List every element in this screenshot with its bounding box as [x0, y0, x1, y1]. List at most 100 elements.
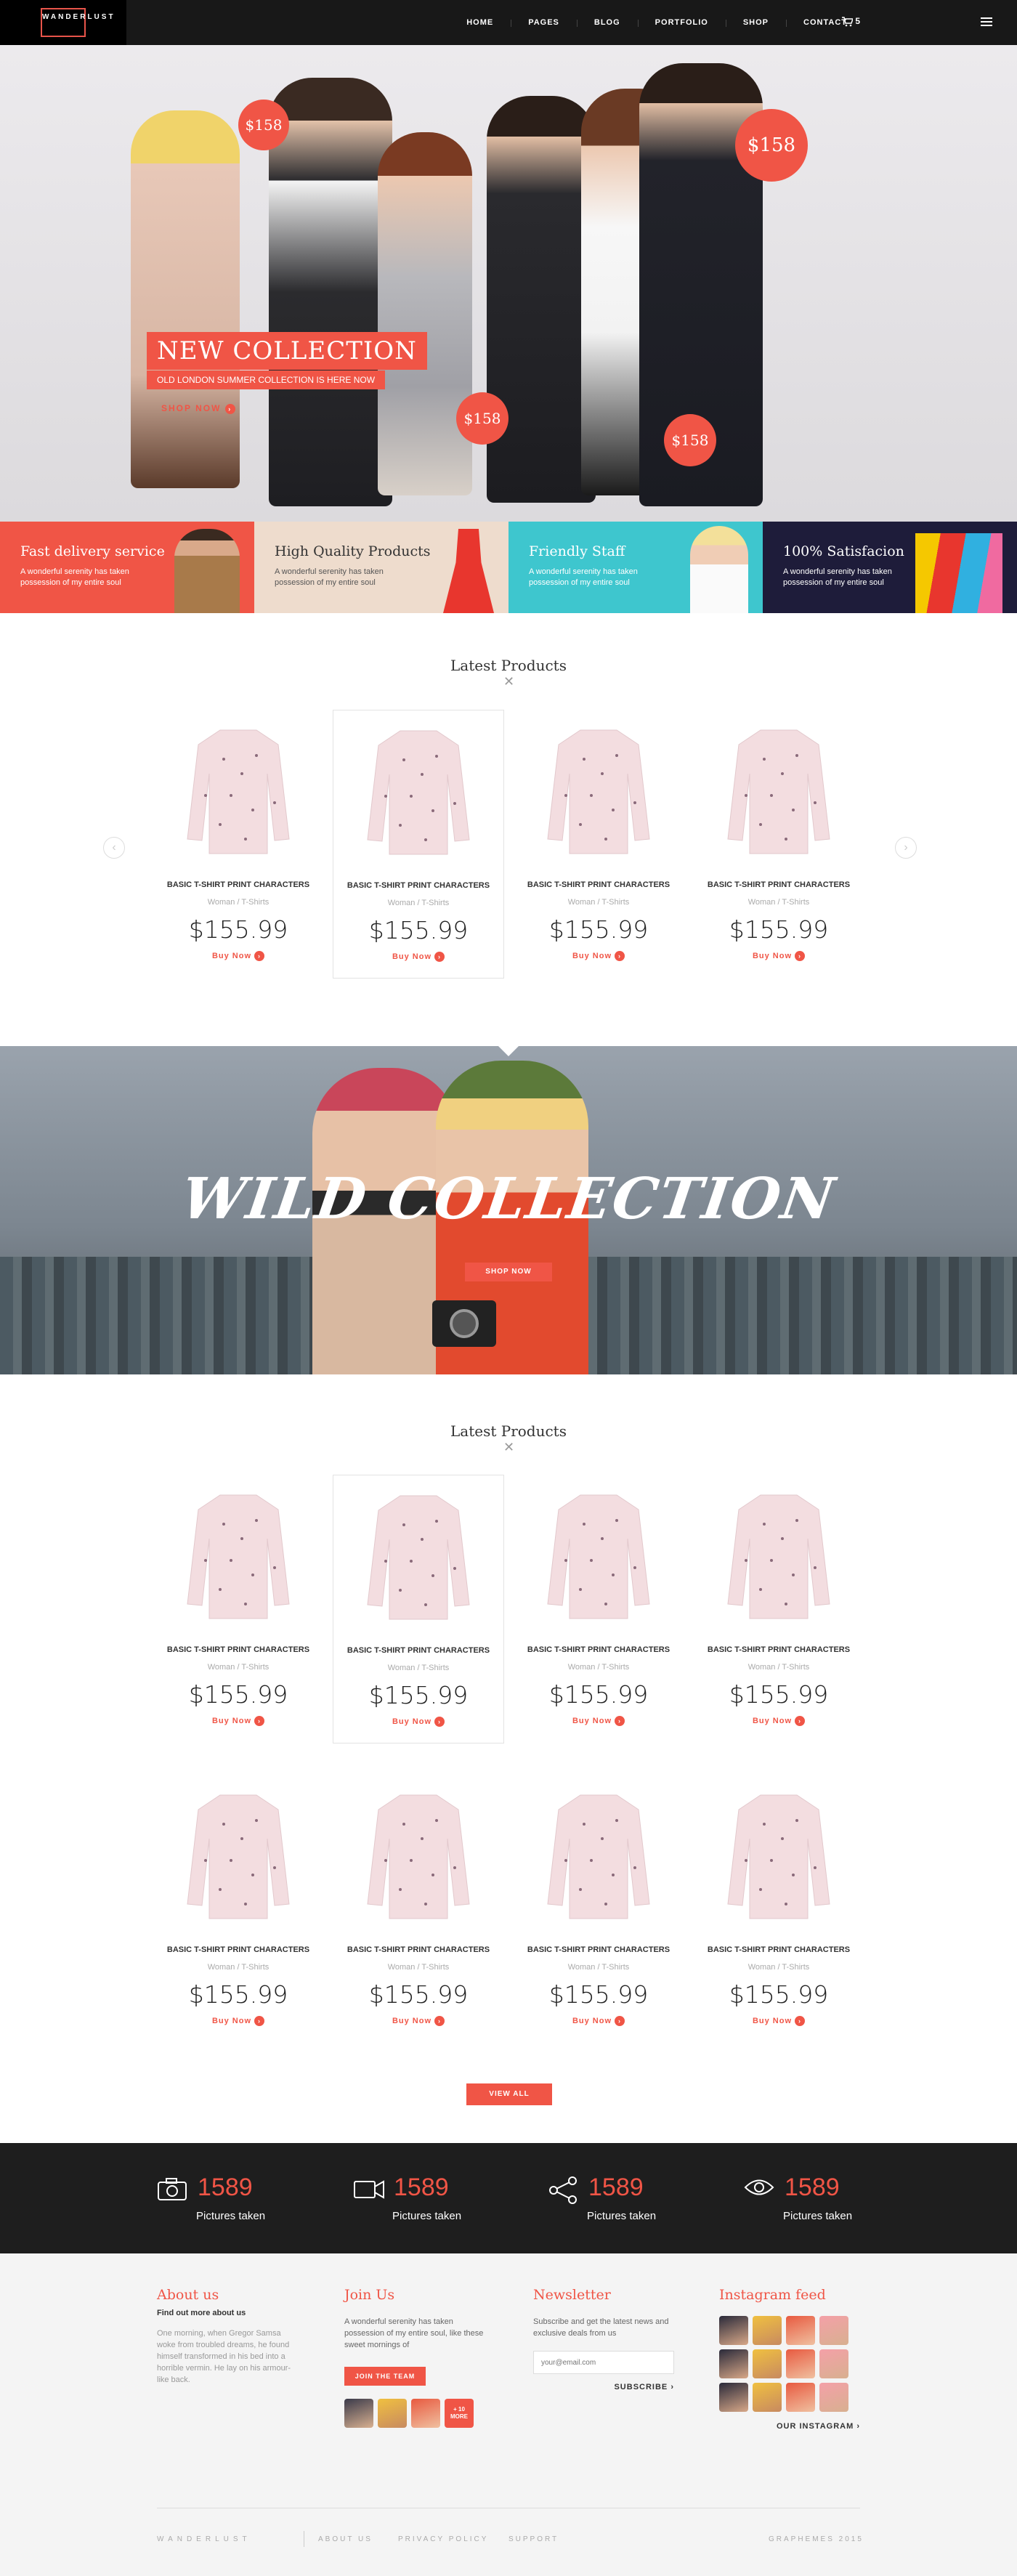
- product-price: $155.99: [548, 1680, 649, 1709]
- product-card[interactable]: BASIC T-SHIRT PRINT CHARACTERS Woman / T…: [513, 1775, 684, 2044]
- product-name[interactable]: BASIC T-SHIRT PRINT CHARACTERS: [693, 880, 864, 889]
- product-card[interactable]: BASIC T-SHIRT PRINT CHARACTERS Woman / T…: [513, 1475, 684, 1743]
- shirt-image: [547, 729, 650, 854]
- avatar[interactable]: [378, 2399, 407, 2428]
- buy-now-link[interactable]: Buy Now ›: [153, 1716, 324, 1726]
- buy-now-label: Buy Now: [572, 1717, 612, 1725]
- instagram-thumb[interactable]: [719, 2383, 748, 2412]
- instagram-thumb[interactable]: [819, 2349, 848, 2378]
- instagram-thumb[interactable]: [786, 2316, 815, 2345]
- footer-join: Join Us A wonderful serenity has taken p…: [344, 2287, 490, 2428]
- footer-link-privacy[interactable]: PRIVACY POLICY: [398, 2535, 488, 2543]
- newsletter-email-input[interactable]: [533, 2351, 674, 2374]
- buy-now-link[interactable]: Buy Now ›: [693, 951, 864, 961]
- buy-now-link[interactable]: Buy Now ›: [333, 952, 503, 962]
- arrow-right-icon: ›: [254, 1716, 265, 1726]
- price-bubble[interactable]: $158: [456, 392, 508, 445]
- buy-now-link[interactable]: Buy Now ›: [513, 2016, 684, 2026]
- join-team-button[interactable]: JOIN THE TEAM: [344, 2367, 426, 2386]
- shirt-image: [367, 1794, 470, 1919]
- arrow-right-icon: ›: [254, 2016, 265, 2026]
- buy-now-link[interactable]: Buy Now ›: [513, 951, 684, 961]
- nav-blog[interactable]: BLOG: [576, 18, 638, 27]
- product-card[interactable]: BASIC T-SHIRT PRINT CHARACTERS Woman / T…: [153, 710, 324, 979]
- product-card[interactable]: BASIC T-SHIRT PRINT CHARACTERS Woman / T…: [333, 710, 504, 979]
- product-name[interactable]: BASIC T-SHIRT PRINT CHARACTERS: [333, 1945, 504, 1954]
- buy-now-label: Buy Now: [752, 1717, 793, 1725]
- buy-now-link[interactable]: Buy Now ›: [333, 2016, 504, 2026]
- instagram-thumb[interactable]: [786, 2349, 815, 2378]
- instagram-thumb[interactable]: [819, 2383, 848, 2412]
- instagram-thumb[interactable]: [753, 2349, 782, 2378]
- footer-link-about[interactable]: ABOUT US: [318, 2535, 373, 2543]
- buy-now-link[interactable]: Buy Now ›: [513, 1716, 684, 1726]
- subscribe-button[interactable]: SUBSCRIBE ›: [533, 2383, 674, 2391]
- buy-now-link[interactable]: Buy Now ›: [693, 2016, 864, 2026]
- instagram-thumb[interactable]: [753, 2383, 782, 2412]
- nav-portfolio[interactable]: PORTFOLIO: [637, 18, 726, 27]
- avatar[interactable]: [344, 2399, 373, 2428]
- product-card[interactable]: BASIC T-SHIRT PRINT CHARACTERS Woman / T…: [513, 710, 684, 979]
- product-name[interactable]: BASIC T-SHIRT PRINT CHARACTERS: [693, 1945, 864, 1954]
- arrow-right-icon: ›: [795, 951, 806, 961]
- instagram-thumb[interactable]: [753, 2316, 782, 2345]
- instagram-thumb[interactable]: [819, 2316, 848, 2345]
- our-instagram-link[interactable]: OUR INSTAGRAM ›: [719, 2422, 860, 2431]
- carousel-prev-button[interactable]: ‹: [103, 837, 125, 859]
- hero-shop-now-link[interactable]: SHOP NOW ›: [161, 403, 235, 414]
- product-grid-row: BASIC T-SHIRT PRINT CHARACTERS Woman / T…: [153, 1775, 864, 2044]
- stat-value: 1589: [394, 2174, 449, 2201]
- nav-home[interactable]: HOME: [449, 18, 511, 27]
- footer-link-support[interactable]: SUPPORT: [508, 2535, 559, 2543]
- footer-about: About us Find out more about us One morn…: [157, 2287, 295, 2386]
- product-name[interactable]: BASIC T-SHIRT PRINT CHARACTERS: [153, 1945, 324, 1954]
- avatar[interactable]: [411, 2399, 440, 2428]
- buy-now-link[interactable]: Buy Now ›: [153, 951, 324, 961]
- price-bubble[interactable]: $158: [735, 109, 808, 182]
- camera-image: [432, 1300, 496, 1347]
- view-all-button[interactable]: VIEW ALL: [466, 2083, 552, 2105]
- product-name[interactable]: BASIC T-SHIRT PRINT CHARACTERS: [153, 1645, 324, 1654]
- logo[interactable]: WANDERLUST: [0, 0, 126, 45]
- product-name[interactable]: BASIC T-SHIRT PRINT CHARACTERS: [513, 880, 684, 889]
- product-category: Woman / T-Shirts: [387, 899, 450, 907]
- product-name[interactable]: BASIC T-SHIRT PRINT CHARACTERS: [513, 1945, 684, 1954]
- product-name[interactable]: BASIC T-SHIRT PRINT CHARACTERS: [693, 1645, 864, 1654]
- buy-now-link[interactable]: Buy Now ›: [333, 1717, 503, 1727]
- arrow-right-icon: ›: [434, 2016, 445, 2026]
- instagram-thumb[interactable]: [786, 2383, 815, 2412]
- product-name[interactable]: BASIC T-SHIRT PRINT CHARACTERS: [153, 880, 324, 889]
- price-bubble[interactable]: $158: [664, 414, 716, 466]
- hamburger-menu-icon[interactable]: [981, 17, 992, 27]
- product-card[interactable]: BASIC T-SHIRT PRINT CHARACTERS Woman / T…: [333, 1475, 504, 1743]
- nav-shop[interactable]: SHOP: [725, 18, 786, 27]
- product-card[interactable]: BASIC T-SHIRT PRINT CHARACTERS Woman / T…: [333, 1775, 504, 2044]
- more-members-badge[interactable]: + 10 MORE: [445, 2399, 474, 2428]
- product-name[interactable]: BASIC T-SHIRT PRINT CHARACTERS: [333, 881, 503, 890]
- buy-now-link[interactable]: Buy Now ›: [693, 1716, 864, 1726]
- footer-brand[interactable]: WANDERLUST: [157, 2535, 251, 2543]
- red-dress-image: [443, 529, 494, 613]
- product-card[interactable]: BASIC T-SHIRT PRINT CHARACTERS Woman / T…: [153, 1775, 324, 2044]
- instagram-thumb[interactable]: [719, 2316, 748, 2345]
- nav-pages[interactable]: PAGES: [511, 18, 577, 27]
- instagram-thumb[interactable]: [719, 2349, 748, 2378]
- buy-now-label: Buy Now: [392, 2017, 432, 2025]
- footer-newsletter-text: Subscribe and get the latest news and ex…: [533, 2317, 669, 2338]
- product-card[interactable]: BASIC T-SHIRT PRINT CHARACTERS Woman / T…: [693, 1775, 864, 2044]
- wild-shop-now-button[interactable]: SHOP NOW: [465, 1263, 552, 1281]
- buy-now-label: Buy Now: [211, 952, 252, 960]
- product-category: Woman / T-Shirts: [387, 1664, 450, 1672]
- product-card[interactable]: BASIC T-SHIRT PRINT CHARACTERS Woman / T…: [153, 1475, 324, 1743]
- hero-model: [378, 132, 472, 495]
- cart-button[interactable]: 5: [841, 16, 860, 27]
- hero-shop-now-label: SHOP NOW: [161, 403, 222, 413]
- product-name[interactable]: BASIC T-SHIRT PRINT CHARACTERS: [333, 1646, 503, 1655]
- carousel-next-button[interactable]: ›: [895, 837, 917, 859]
- product-name[interactable]: BASIC T-SHIRT PRINT CHARACTERS: [513, 1645, 684, 1654]
- shirt-image: [187, 1494, 290, 1619]
- product-card[interactable]: BASIC T-SHIRT PRINT CHARACTERS Woman / T…: [693, 1475, 864, 1743]
- price-bubble[interactable]: $158: [238, 100, 289, 150]
- buy-now-link[interactable]: Buy Now ›: [153, 2016, 324, 2026]
- product-card[interactable]: BASIC T-SHIRT PRINT CHARACTERS Woman / T…: [693, 710, 864, 979]
